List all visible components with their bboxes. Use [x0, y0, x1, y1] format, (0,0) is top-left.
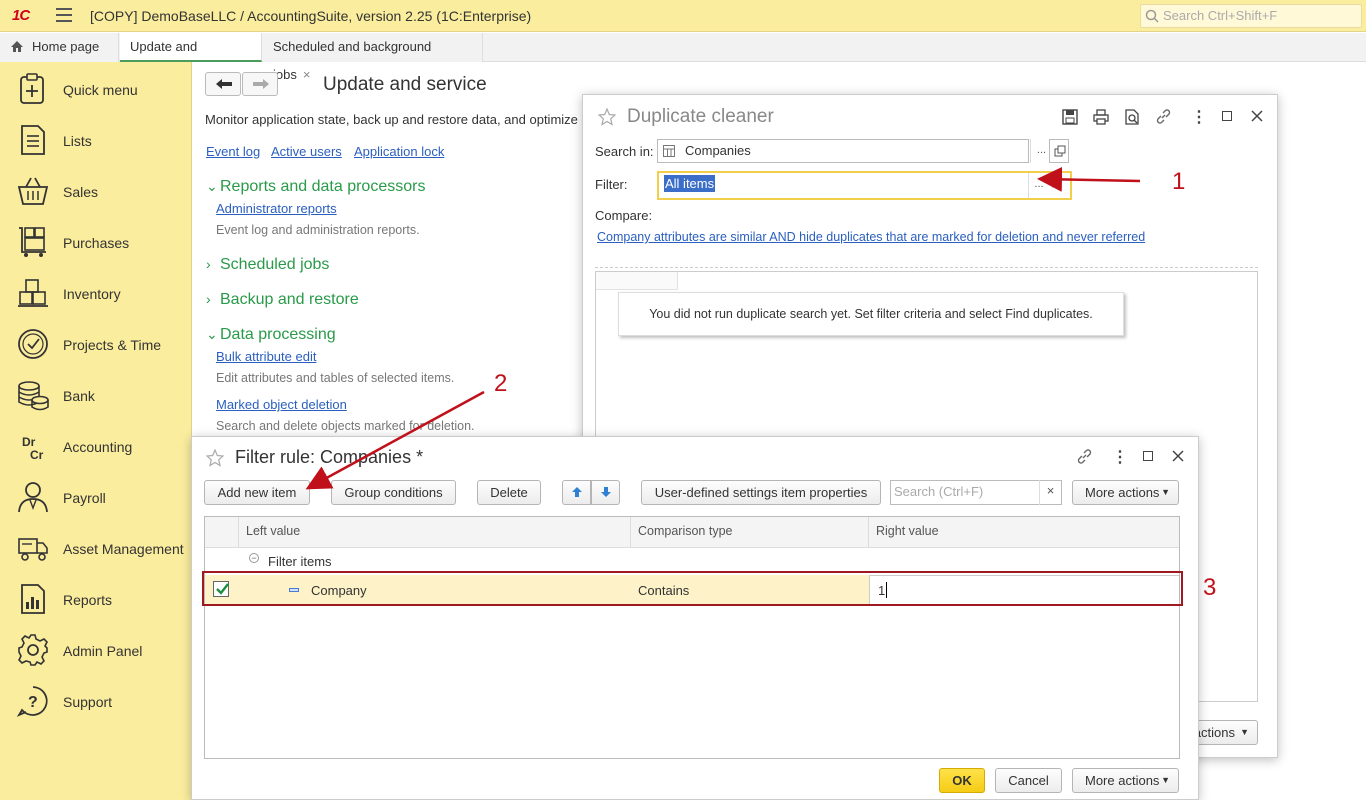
annotation-layer — [202, 166, 1183, 606]
annotation-highlight-box — [202, 571, 1183, 606]
annotation-arrow-1 — [1037, 166, 1141, 192]
annotation-arrow-2 — [305, 390, 485, 490]
annotation-label-1: 1 — [1172, 168, 1186, 195]
annotation-label-2: 2 — [494, 370, 508, 397]
annotation-label-3: 3 — [1203, 574, 1217, 601]
